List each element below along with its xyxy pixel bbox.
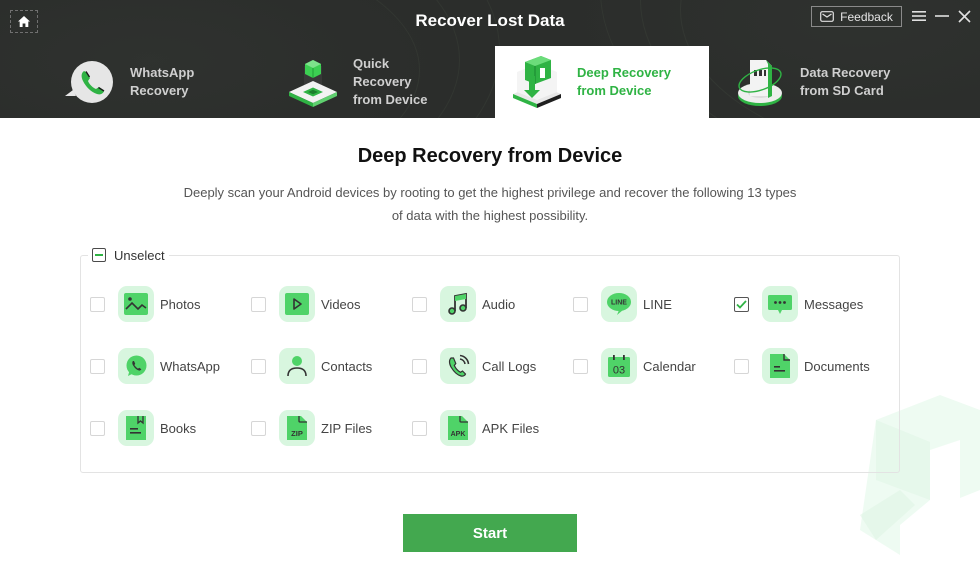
contacts-checkbox[interactable] xyxy=(251,358,266,374)
item-label: Documents xyxy=(804,358,870,374)
item-label: Audio xyxy=(482,296,516,312)
item-label: ZIP Files xyxy=(321,420,373,436)
item-label: Videos xyxy=(321,296,361,312)
start-button[interactable]: Start xyxy=(403,514,577,552)
whatsapp-checkbox[interactable] xyxy=(90,358,105,374)
item-label: Photos xyxy=(160,296,201,312)
unselect-label: Unselect xyxy=(114,247,165,263)
tab-label: Data Recovery from SD Card xyxy=(800,65,891,98)
page-description: Deeply scan your Android devices by root… xyxy=(183,185,797,223)
zip-files-checkbox[interactable] xyxy=(251,420,266,436)
menu-icon xyxy=(912,11,926,21)
tab-label: Quick Recovery from Device xyxy=(353,56,428,107)
menu-button[interactable] xyxy=(910,6,928,26)
data-type-videos[interactable]: Videos xyxy=(251,286,361,322)
apk-icon: APK xyxy=(440,410,476,446)
document-icon xyxy=(762,348,798,384)
indeterminate-mark-icon xyxy=(95,254,103,256)
data-type-call-logs[interactable]: Call Logs xyxy=(412,348,536,384)
title-bar: Recover Lost Data Feedback WhatsApp Reco… xyxy=(0,0,980,118)
books-checkbox[interactable] xyxy=(90,420,105,436)
video-icon xyxy=(279,286,315,322)
tab-whatsapp-recovery[interactable]: WhatsApp Recovery xyxy=(0,46,214,118)
item-label: WhatsApp xyxy=(160,358,220,374)
tab-label: WhatsApp Recovery xyxy=(130,65,195,98)
zip-icon: ZIP xyxy=(279,410,315,446)
apk-files-checkbox[interactable] xyxy=(412,420,427,436)
data-type-photos[interactable]: Photos xyxy=(90,286,200,322)
line-checkbox[interactable] xyxy=(573,296,588,312)
close-icon xyxy=(957,9,971,23)
sd-card-recovery-icon xyxy=(730,52,790,112)
contact-icon xyxy=(279,348,315,384)
minimize-icon xyxy=(935,15,949,17)
calendar-icon-text: 03 xyxy=(613,365,625,377)
item-label: Call Logs xyxy=(482,358,537,374)
item-label: Books xyxy=(160,420,197,436)
item-label: Contacts xyxy=(321,358,373,374)
calendar-icon: 03 xyxy=(601,348,637,384)
book-icon xyxy=(118,410,154,446)
apk-icon-text: APK xyxy=(451,431,466,438)
item-label: LINE xyxy=(643,296,672,312)
data-type-whatsapp[interactable]: WhatsApp xyxy=(90,348,220,384)
line-icon-text: LINE xyxy=(611,300,627,307)
data-type-contacts[interactable]: Contacts xyxy=(251,348,372,384)
whatsapp-icon xyxy=(118,348,154,384)
line-icon: LINE xyxy=(601,286,637,322)
data-type-audio[interactable]: Audio xyxy=(412,286,515,322)
tab-deep-recovery[interactable]: Deep Recovery from Device xyxy=(495,46,709,118)
checkmark-icon xyxy=(736,299,747,309)
close-button[interactable] xyxy=(955,6,973,26)
audio-checkbox[interactable] xyxy=(412,296,427,312)
messages-checkbox[interactable] xyxy=(734,296,749,312)
item-label: Messages xyxy=(804,296,864,312)
photos-checkbox[interactable] xyxy=(90,296,105,312)
data-type-documents[interactable]: Documents xyxy=(734,348,870,384)
mail-icon xyxy=(820,11,835,22)
feedback-button[interactable]: Feedback xyxy=(811,6,902,27)
call-logs-checkbox[interactable] xyxy=(412,358,427,374)
tab-sd-card-recovery[interactable]: Data Recovery from SD Card xyxy=(718,46,932,118)
data-type-line[interactable]: LINE LINE xyxy=(573,286,672,322)
message-icon xyxy=(762,286,798,322)
tab-quick-recovery[interactable]: Quick Recovery from Device xyxy=(223,46,437,118)
whatsapp-recovery-icon xyxy=(60,52,120,112)
data-type-messages[interactable]: Messages xyxy=(734,286,863,322)
mode-tabs: WhatsApp Recovery Quick Recovery from De… xyxy=(0,46,980,118)
data-type-books[interactable]: Books xyxy=(90,410,196,446)
calendar-checkbox[interactable] xyxy=(573,358,588,374)
unselect-toggle[interactable]: Unselect xyxy=(88,246,169,264)
videos-checkbox[interactable] xyxy=(251,296,266,312)
deep-recovery-icon xyxy=(507,52,567,112)
photo-icon xyxy=(118,286,154,322)
tab-label: Deep Recovery from Device xyxy=(577,65,671,98)
data-type-zip-files[interactable]: ZIP ZIP Files xyxy=(251,410,372,446)
item-label: APK Files xyxy=(482,420,540,436)
item-label: Calendar xyxy=(643,358,696,374)
documents-checkbox[interactable] xyxy=(734,358,749,374)
feedback-label: Feedback xyxy=(840,9,893,24)
page-title: Deep Recovery from Device xyxy=(357,145,623,167)
zip-icon-text: ZIP xyxy=(291,429,303,438)
call-log-icon xyxy=(440,348,476,384)
quick-recovery-icon xyxy=(283,52,343,112)
data-type-calendar[interactable]: 03 Calendar xyxy=(573,348,696,384)
music-icon xyxy=(440,286,476,322)
minimize-button[interactable] xyxy=(933,6,951,26)
data-type-apk-files[interactable]: APK APK Files xyxy=(412,410,539,446)
unselect-checkbox[interactable] xyxy=(92,248,106,262)
